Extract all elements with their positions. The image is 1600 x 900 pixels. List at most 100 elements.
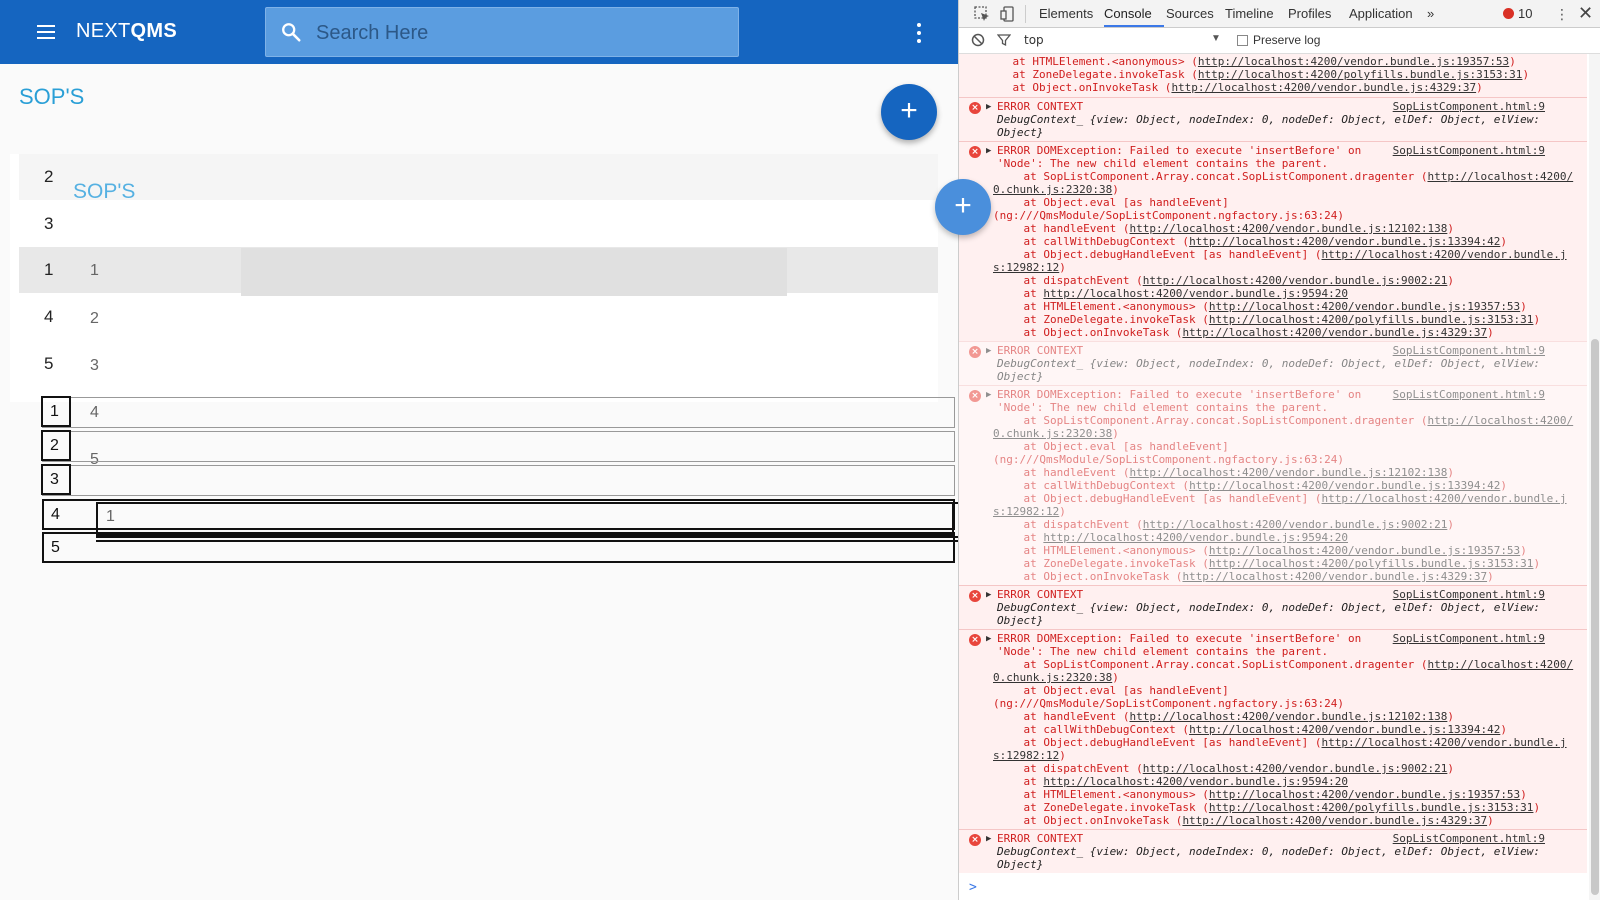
message-line: (ng:///QmsModule/SopListComponent.ngfact… [993, 209, 1344, 222]
search-input[interactable] [316, 17, 716, 49]
tab-more[interactable]: » [1427, 6, 1434, 21]
stack-link[interactable]: s:12982:12 [993, 505, 1059, 518]
stack-link[interactable]: http://localhost:4200/vendor.bundle.j [1322, 248, 1567, 261]
scrollbar-thumb[interactable] [1591, 339, 1599, 895]
list-item[interactable]: 5 [19, 341, 938, 387]
preserve-log-checkbox[interactable] [1237, 35, 1248, 46]
stack-link[interactable]: http://localhost:4200/vendor.bundle.js:4… [1182, 814, 1487, 827]
menu-icon[interactable] [34, 20, 58, 44]
search-box[interactable] [265, 7, 739, 57]
message-line: at ZoneDelegate.invokeTask (http://local… [997, 313, 1541, 326]
error-message[interactable]: × ▶ SopListComponent.html:9 ERROR DOMExcept… [959, 141, 1587, 341]
stack-link[interactable]: s:12982:12 [993, 261, 1059, 274]
brand-logo[interactable]: NEXTQMS [76, 20, 177, 43]
stack-link[interactable]: http://localhost:4200/vendor.bundle.js:1… [1209, 544, 1520, 557]
stack-link[interactable]: http://localhost:4200/vendor.bundle.j [1322, 492, 1567, 505]
stack-link[interactable]: http://localhost:4200/ [1427, 170, 1573, 183]
stack-link[interactable]: http://localhost:4200/vendor.bundle.js:9… [1143, 518, 1448, 531]
message-line: 'Node': The new child element contains t… [997, 401, 1329, 414]
error-context-message[interactable]: × ▶ SopListComponent.html:9 ERROR CONTEXT De… [959, 341, 1587, 385]
tab-console[interactable]: Console [1104, 6, 1152, 21]
message-text: ERROR CONTEXT DebugContext_ {view: Object… [997, 832, 1540, 871]
expand-triangle-icon[interactable]: ▶ [986, 833, 991, 846]
stack-link[interactable]: 0.chunk.js:2320:38 [993, 183, 1112, 196]
stack-link[interactable]: http://localhost:4200/polyfills.bundle.j… [1209, 313, 1534, 326]
expand-triangle-icon[interactable]: ▶ [986, 101, 991, 114]
stack-link[interactable]: http://localhost:4200/vendor.bundle.js:9… [1043, 775, 1348, 788]
stack-link[interactable]: http://localhost:4200/vendor.bundle.j [1322, 736, 1567, 749]
error-message[interactable]: at HTMLElement.<anonymous> (http://local… [959, 54, 1587, 97]
tab-sources[interactable]: Sources [1166, 6, 1214, 21]
stack-link[interactable]: http://localhost:4200/ [1427, 658, 1573, 671]
box-list-item[interactable]: 2 [41, 430, 955, 462]
more-options-icon[interactable] [910, 20, 928, 46]
stack-link[interactable]: http://localhost:4200/vendor.bundle.js:4… [1182, 326, 1487, 339]
stack-link[interactable]: http://localhost:4200/vendor.bundle.js:1… [1189, 235, 1500, 248]
box-list-item[interactable]: 1 [41, 396, 955, 428]
stack-link[interactable]: http://localhost:4200/polyfills.bundle.j… [1209, 557, 1534, 570]
devtools-menu-icon[interactable]: ⋮ [1555, 6, 1569, 23]
stack-link[interactable]: http://localhost:4200/vendor.bundle.js:9… [1043, 287, 1348, 300]
error-message[interactable]: × ▶ SopListComponent.html:9 ERROR DOMExcept… [959, 385, 1587, 585]
chevron-down-icon[interactable]: ▼ [1211, 33, 1221, 44]
list-item[interactable]: 3 [19, 201, 938, 247]
stack-link[interactable]: http://localhost:4200/vendor.bundle.js:9… [1043, 531, 1348, 544]
message-line: at dispatchEvent (http://localhost:4200/… [997, 518, 1454, 531]
inspect-element-icon[interactable] [973, 5, 991, 23]
context-object[interactable]: DebugContext_ {view: Object, nodeIndex: … [997, 113, 1540, 126]
stack-link[interactable]: http://localhost:4200/vendor.bundle.js:1… [1198, 55, 1509, 68]
box-list-item[interactable]: 3 [41, 464, 955, 496]
tab-profiles[interactable]: Profiles [1288, 6, 1331, 21]
expand-triangle-icon[interactable]: ▶ [986, 633, 991, 646]
message-text: ERROR CONTEXT DebugContext_ {view: Object… [997, 100, 1540, 139]
stack-link[interactable]: http://localhost:4200/vendor.bundle.js:1… [1209, 300, 1520, 313]
add-sop-button-ghost[interactable]: + [935, 179, 991, 235]
add-sop-button[interactable]: + [881, 84, 937, 140]
console-prompt[interactable]: > [969, 880, 977, 895]
error-context-message[interactable]: × ▶ SopListComponent.html:9 ERROR CONTEXT De… [959, 829, 1587, 873]
message-text: ERROR CONTEXT DebugContext_ {view: Object… [997, 588, 1540, 627]
stack-link[interactable]: http://localhost:4200/vendor.bundle.js:9… [1143, 274, 1448, 287]
stack-link[interactable]: http://localhost:4200/vendor.bundle.js:9… [1143, 762, 1448, 775]
ghost-item-number: 1 [90, 262, 99, 279]
filter-icon[interactable] [997, 33, 1011, 47]
stack-link[interactable]: http://localhost:4200/vendor.bundle.js:4… [1182, 570, 1487, 583]
tab-elements[interactable]: Elements [1039, 6, 1093, 21]
stack-link[interactable]: s:12982:12 [993, 749, 1059, 762]
stack-link[interactable]: http://localhost:4200/ [1427, 414, 1573, 427]
tab-application[interactable]: Application [1349, 6, 1413, 21]
app-viewport: NEXTQMS SOP'S + 23145 SOP'S 12345 12345 … [0, 0, 958, 900]
stack-link[interactable]: http://localhost:4200/vendor.bundle.js:4… [1171, 81, 1476, 94]
error-context-message[interactable]: × ▶ SopListComponent.html:9 ERROR CONTEXT De… [959, 585, 1587, 629]
context-object[interactable]: DebugContext_ {view: Object, nodeIndex: … [997, 357, 1540, 370]
stack-link[interactable]: http://localhost:4200/vendor.bundle.js:1… [1129, 222, 1447, 235]
expand-triangle-icon[interactable]: ▶ [986, 145, 991, 158]
dragged-item[interactable]: 1 [96, 502, 954, 536]
stack-link[interactable]: http://localhost:4200/polyfills.bundle.j… [1209, 801, 1534, 814]
error-count-badge[interactable]: 10 [1503, 6, 1532, 21]
expand-triangle-icon[interactable]: ▶ [986, 589, 991, 602]
console-scrollbar[interactable] [1589, 54, 1600, 900]
context-selector[interactable]: top [1024, 33, 1044, 47]
error-message[interactable]: × ▶ SopListComponent.html:9 ERROR DOMExcept… [959, 629, 1587, 829]
error-context-message[interactable]: × ▶ SopListComponent.html:9 ERROR CONTEXT De… [959, 97, 1587, 141]
tab-timeline[interactable]: Timeline [1225, 6, 1274, 21]
list-item[interactable]: 2 [19, 154, 938, 200]
clear-console-icon[interactable] [971, 33, 985, 47]
stack-link[interactable]: http://localhost:4200/vendor.bundle.js:1… [1209, 788, 1520, 801]
expand-triangle-icon[interactable]: ▶ [986, 345, 991, 358]
message-line: at Object.eval [as handleEvent] [997, 684, 1229, 697]
stack-link[interactable]: http://localhost:4200/vendor.bundle.js:1… [1189, 723, 1500, 736]
close-icon[interactable]: ✕ [1578, 3, 1593, 24]
context-object[interactable]: DebugContext_ {view: Object, nodeIndex: … [997, 845, 1540, 858]
expand-triangle-icon[interactable]: ▶ [986, 389, 991, 402]
stack-link[interactable]: http://localhost:4200/vendor.bundle.js:1… [1129, 710, 1447, 723]
stack-link[interactable]: http://localhost:4200/vendor.bundle.js:1… [1129, 466, 1447, 479]
context-object[interactable]: DebugContext_ {view: Object, nodeIndex: … [997, 601, 1540, 614]
stack-link[interactable]: http://localhost:4200/vendor.bundle.js:1… [1189, 479, 1500, 492]
list-item[interactable]: 4 [19, 294, 938, 340]
device-toolbar-icon[interactable] [999, 5, 1017, 23]
stack-link[interactable]: 0.chunk.js:2320:38 [993, 427, 1112, 440]
stack-link[interactable]: http://localhost:4200/polyfills.bundle.j… [1198, 68, 1523, 81]
stack-link[interactable]: 0.chunk.js:2320:38 [993, 671, 1112, 684]
